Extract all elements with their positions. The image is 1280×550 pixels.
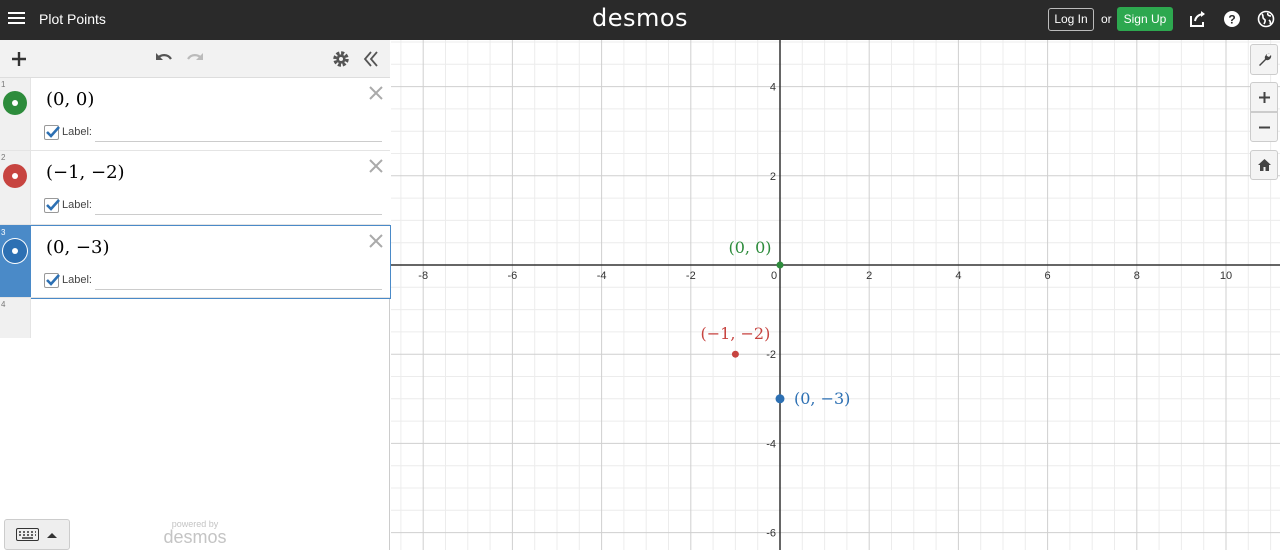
default-view-button[interactable] (1250, 150, 1278, 180)
graph-point (775, 394, 785, 404)
help-icon[interactable]: ? (1223, 10, 1241, 28)
expression-gutter: 1 (0, 78, 31, 150)
undo-icon[interactable] (154, 49, 174, 69)
label-checkbox[interactable] (44, 198, 60, 213)
x-tick-label: 0 (771, 270, 777, 282)
x-tick-label: -8 (418, 270, 428, 282)
label-caption: Label: (62, 274, 92, 286)
expression-item[interactable]: 2 (−1, −2) Label: (0, 151, 390, 225)
x-tick-label: 6 (1045, 270, 1051, 282)
redo-icon[interactable] (185, 49, 205, 69)
expression-index: 2 (1, 153, 6, 162)
y-tick-label: -2 (766, 349, 776, 361)
expression-item[interactable]: 1 (0, 0) Label: (0, 78, 390, 151)
expression-index: 1 (1, 80, 6, 89)
expression-item-selected[interactable]: 3 (0, −3) Label: (0, 225, 391, 299)
close-icon[interactable] (367, 157, 385, 175)
close-icon[interactable] (367, 232, 385, 250)
point-color-icon[interactable] (3, 164, 27, 188)
graph-point (776, 261, 784, 269)
globe-icon[interactable] (1257, 10, 1275, 28)
point-label: (−1, −2) (700, 324, 770, 343)
powered-by-desmos: powered by desmos (150, 519, 240, 547)
wrench-icon (1259, 53, 1272, 66)
expression-toolbar (0, 40, 390, 78)
y-tick-label: 4 (770, 82, 776, 94)
y-tick-label: 2 (770, 171, 776, 183)
x-tick-label: -2 (686, 270, 696, 282)
hamburger-menu-icon[interactable] (8, 9, 28, 29)
top-bar: Plot Points desmos Log In or Sign Up ? (0, 0, 1280, 40)
x-tick-label: -4 (597, 270, 607, 282)
home-icon (1258, 159, 1271, 171)
y-tick-label: -4 (766, 438, 776, 450)
expression-gutter: 3 (0, 226, 31, 297)
x-tick-label: -6 (508, 270, 518, 282)
graph-paper[interactable]: -8 -6 -4 -2 0 2 4 6 8 10 4 2 -2 -4 -6 (0, 0) (−1, −2) (0,… (391, 40, 1280, 550)
point-color-icon[interactable] (3, 239, 27, 263)
expression-gutter: 2 (0, 151, 31, 224)
zoom-out-button[interactable] (1250, 112, 1278, 142)
expression-index: 3 (1, 228, 6, 237)
powered-by-brand: desmos (163, 527, 227, 547)
label-caption: Label: (62, 126, 92, 138)
or-text: or (1101, 12, 1112, 26)
gear-icon[interactable] (331, 49, 351, 69)
label-checkbox[interactable] (44, 125, 60, 140)
label-checkbox[interactable] (44, 273, 60, 288)
login-button[interactable]: Log In (1048, 8, 1094, 31)
keyboard-icon (16, 528, 57, 541)
graph-settings-button[interactable] (1250, 44, 1278, 75)
label-input[interactable] (95, 272, 382, 290)
graph-point (731, 350, 739, 358)
expression-math[interactable]: (0, 0) (46, 89, 94, 110)
expression-math[interactable]: (0, −3) (46, 237, 109, 258)
graph-title[interactable]: Plot Points (39, 11, 106, 27)
minus-icon (1259, 126, 1270, 129)
zoom-in-button[interactable] (1250, 82, 1278, 112)
share-icon[interactable] (1189, 10, 1207, 28)
expression-index: 4 (1, 300, 6, 309)
new-expression-row[interactable]: 4 (0, 298, 390, 338)
svg-text:?: ? (1228, 13, 1235, 27)
signup-button[interactable]: Sign Up (1117, 7, 1173, 31)
plus-icon (1259, 92, 1270, 103)
point-label: (0, −3) (794, 389, 850, 408)
label-caption: Label: (62, 199, 92, 211)
graph-canvas[interactable]: -8 -6 -4 -2 0 2 4 6 8 10 4 2 -2 -4 -6 (0, 0) (−1, −2) (0,… (391, 40, 1280, 550)
expression-panel: 1 (0, 0) Label: 2 (−1, −2) Label: 3 (0, … (0, 40, 391, 550)
x-tick-label: 8 (1134, 270, 1140, 282)
x-tick-label: 4 (955, 270, 961, 282)
label-input[interactable] (95, 197, 382, 215)
x-tick-label: 10 (1220, 270, 1232, 282)
expression-gutter: 4 (0, 298, 31, 338)
plus-icon[interactable] (9, 49, 29, 69)
label-input[interactable] (95, 124, 382, 142)
x-tick-label: 2 (866, 270, 872, 282)
point-color-icon[interactable] (3, 91, 27, 115)
keypad-toggle-button[interactable] (4, 519, 70, 550)
close-icon[interactable] (367, 84, 385, 102)
expression-math[interactable]: (−1, −2) (46, 162, 125, 183)
y-tick-label: -6 (766, 528, 776, 540)
point-label: (0, 0) (728, 238, 771, 257)
collapse-panel-icon[interactable] (361, 49, 381, 69)
